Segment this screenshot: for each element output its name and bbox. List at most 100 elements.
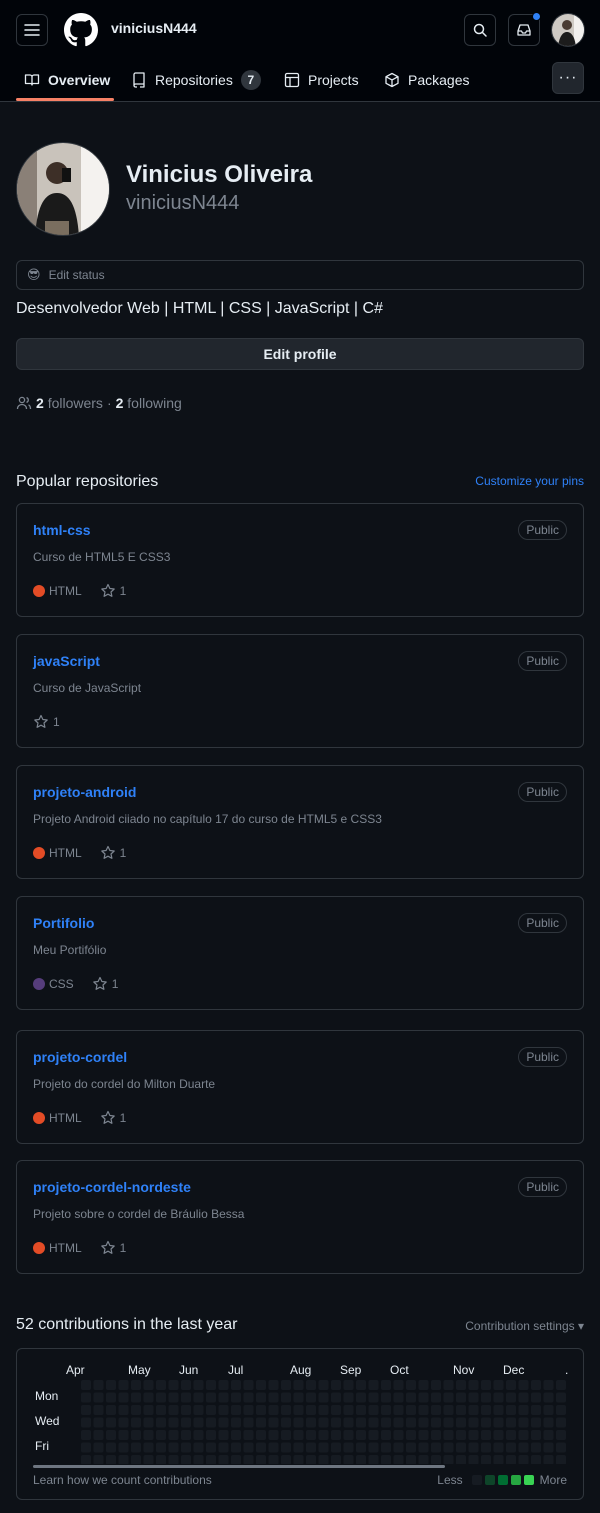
- contribution-day[interactable]: [518, 1392, 529, 1403]
- contribution-day[interactable]: [481, 1380, 491, 1390]
- contribution-day[interactable]: [481, 1442, 491, 1453]
- followers-link[interactable]: 2 followers: [36, 395, 103, 411]
- contribution-day[interactable]: [493, 1417, 504, 1428]
- contribution-day[interactable]: [293, 1442, 304, 1453]
- contribution-day[interactable]: [418, 1380, 429, 1390]
- repo-name-link[interactable]: projeto-cordel-nordeste: [33, 1179, 191, 1195]
- contribution-day[interactable]: [81, 1417, 91, 1428]
- contribution-day[interactable]: [531, 1430, 541, 1440]
- user-avatar-button[interactable]: [551, 13, 585, 47]
- contribution-day[interactable]: [406, 1442, 416, 1453]
- contribution-day[interactable]: [506, 1417, 516, 1428]
- contribution-day[interactable]: [431, 1380, 441, 1390]
- contribution-day[interactable]: [431, 1405, 441, 1415]
- contribution-day[interactable]: [106, 1442, 116, 1453]
- contribution-day[interactable]: [143, 1455, 154, 1464]
- contribution-day[interactable]: [481, 1430, 491, 1440]
- repo-stars-link[interactable]: 1: [92, 976, 118, 992]
- contribution-day[interactable]: [218, 1455, 229, 1464]
- contribution-day[interactable]: [406, 1455, 416, 1464]
- header-username[interactable]: viniciusN444: [111, 20, 197, 36]
- tab-overview[interactable]: Overview: [24, 58, 110, 102]
- contribution-day[interactable]: [456, 1455, 466, 1464]
- contribution-day[interactable]: [81, 1392, 91, 1403]
- contribution-day[interactable]: [143, 1430, 154, 1440]
- contribution-day[interactable]: [456, 1430, 466, 1440]
- contribution-day[interactable]: [381, 1380, 391, 1390]
- contribution-day[interactable]: [243, 1405, 254, 1415]
- contribution-day[interactable]: [106, 1455, 116, 1464]
- repo-name-link[interactable]: html-css: [33, 522, 91, 538]
- contribution-day[interactable]: [206, 1442, 216, 1453]
- contribution-day[interactable]: [81, 1405, 91, 1415]
- contribution-day[interactable]: [556, 1405, 566, 1415]
- contribution-day[interactable]: [418, 1442, 429, 1453]
- contribution-day[interactable]: [418, 1417, 429, 1428]
- contribution-day[interactable]: [256, 1455, 266, 1464]
- contribution-day[interactable]: [181, 1455, 191, 1464]
- contribution-day[interactable]: [256, 1392, 266, 1403]
- contribution-day[interactable]: [156, 1442, 166, 1453]
- contribution-day[interactable]: [468, 1417, 479, 1428]
- contribution-day[interactable]: [556, 1417, 566, 1428]
- contribution-day[interactable]: [93, 1417, 104, 1428]
- contribution-day[interactable]: [81, 1430, 91, 1440]
- contribution-day[interactable]: [118, 1380, 129, 1390]
- contribution-day[interactable]: [168, 1430, 179, 1440]
- contribution-day[interactable]: [518, 1430, 529, 1440]
- contribution-day[interactable]: [343, 1455, 354, 1464]
- contribution-day[interactable]: [418, 1392, 429, 1403]
- contribution-day[interactable]: [268, 1455, 279, 1464]
- contribution-day[interactable]: [81, 1455, 91, 1464]
- contribution-day[interactable]: [306, 1392, 316, 1403]
- contribution-day[interactable]: [331, 1455, 341, 1464]
- contribution-day[interactable]: [118, 1442, 129, 1453]
- contribution-day[interactable]: [381, 1430, 391, 1440]
- contribution-settings-dropdown[interactable]: Contribution settings ▾: [465, 1319, 584, 1333]
- following-link[interactable]: 2 following: [116, 395, 182, 411]
- contribution-day[interactable]: [181, 1417, 191, 1428]
- contribution-day[interactable]: [106, 1380, 116, 1390]
- contribution-day[interactable]: [256, 1430, 266, 1440]
- contribution-day[interactable]: [231, 1380, 241, 1390]
- contribution-day[interactable]: [281, 1430, 291, 1440]
- contribution-day[interactable]: [131, 1455, 141, 1464]
- repo-stars-link[interactable]: 1: [100, 845, 126, 861]
- contribution-day[interactable]: [231, 1455, 241, 1464]
- contribution-day[interactable]: [406, 1405, 416, 1415]
- contribution-day[interactable]: [356, 1380, 366, 1390]
- contribution-day[interactable]: [168, 1405, 179, 1415]
- edit-profile-button[interactable]: Edit profile: [16, 338, 584, 370]
- contribution-day[interactable]: [343, 1417, 354, 1428]
- contribution-day[interactable]: [443, 1430, 454, 1440]
- contribution-day[interactable]: [231, 1417, 241, 1428]
- edit-status-button[interactable]: 😎 Edit status: [16, 260, 584, 290]
- contribution-day[interactable]: [156, 1380, 166, 1390]
- contribution-day[interactable]: [543, 1455, 554, 1464]
- profile-avatar[interactable]: [16, 142, 110, 236]
- contribution-day[interactable]: [393, 1380, 404, 1390]
- contribution-day[interactable]: [218, 1430, 229, 1440]
- contribution-day[interactable]: [81, 1442, 91, 1453]
- contribution-day[interactable]: [131, 1392, 141, 1403]
- contribution-day[interactable]: [318, 1392, 329, 1403]
- contribution-day[interactable]: [356, 1430, 366, 1440]
- contribution-day[interactable]: [193, 1455, 204, 1464]
- contribution-day[interactable]: [193, 1417, 204, 1428]
- contribution-day[interactable]: [306, 1380, 316, 1390]
- contribution-day[interactable]: [131, 1430, 141, 1440]
- contribution-day[interactable]: [193, 1392, 204, 1403]
- contribution-day[interactable]: [93, 1430, 104, 1440]
- contribution-day[interactable]: [93, 1405, 104, 1415]
- contribution-day[interactable]: [468, 1405, 479, 1415]
- contribution-day[interactable]: [306, 1455, 316, 1464]
- contribution-day[interactable]: [456, 1392, 466, 1403]
- contribution-day[interactable]: [156, 1417, 166, 1428]
- contribution-day[interactable]: [181, 1392, 191, 1403]
- contribution-day[interactable]: [393, 1417, 404, 1428]
- contribution-day[interactable]: [468, 1455, 479, 1464]
- contribution-day[interactable]: [256, 1405, 266, 1415]
- contribution-day[interactable]: [331, 1392, 341, 1403]
- contribution-day[interactable]: [306, 1417, 316, 1428]
- contribution-day[interactable]: [443, 1455, 454, 1464]
